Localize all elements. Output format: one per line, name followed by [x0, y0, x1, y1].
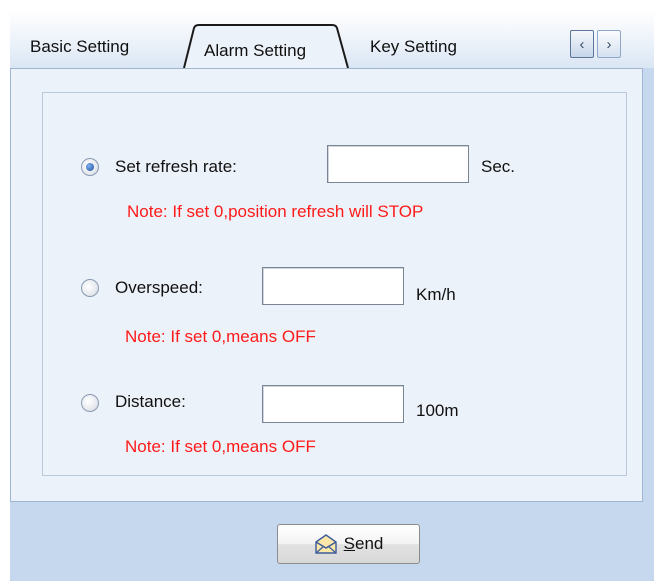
tab-key-setting[interactable]: Key Setting [370, 32, 457, 62]
overspeed-label: Overspeed: [115, 278, 203, 297]
refresh-rate-note: Note: If set 0,position refresh will STO… [127, 202, 424, 221]
tab-alarm-setting[interactable]: Alarm Setting [182, 24, 350, 68]
send-label-rest: end [354, 534, 384, 553]
refresh-rate-radio[interactable] [81, 158, 99, 176]
send-button-label: Send [344, 534, 384, 554]
tab-basic-setting[interactable]: Basic Setting [30, 32, 129, 62]
send-button[interactable]: Send [277, 524, 420, 564]
distance-unit: 100m [416, 401, 459, 420]
overspeed-input[interactable] [262, 267, 404, 305]
overspeed-radio[interactable] [81, 279, 99, 297]
distance-label: Distance: [115, 392, 186, 411]
settings-window: Basic Setting Alarm Setting Key Setting … [10, 10, 654, 581]
tab-alarm-label: Alarm Setting [204, 41, 307, 60]
envelope-icon [314, 534, 337, 554]
send-mnemonic: S [343, 534, 355, 553]
distance-input[interactable] [262, 385, 404, 423]
refresh-rate-input[interactable] [327, 145, 469, 183]
overspeed-unit: Km/h [416, 285, 456, 304]
tab-strip: Basic Setting Alarm Setting Key Setting … [10, 10, 654, 68]
chevron-left-icon: ‹ [579, 35, 585, 53]
distance-radio[interactable] [81, 394, 99, 412]
distance-note: Note: If set 0,means OFF [125, 437, 316, 456]
tab-scroll-right-button[interactable]: › [597, 30, 621, 58]
chevron-right-icon: › [606, 35, 612, 53]
refresh-rate-unit: Sec. [481, 157, 516, 176]
alarm-settings-panel: Set refresh rate: Sec. Note: If set 0,po… [10, 68, 643, 502]
tab-scroll-left-button[interactable]: ‹ [570, 30, 594, 58]
refresh-rate-label: Set refresh rate: [115, 157, 237, 176]
overspeed-note: Note: If set 0,means OFF [125, 327, 316, 346]
